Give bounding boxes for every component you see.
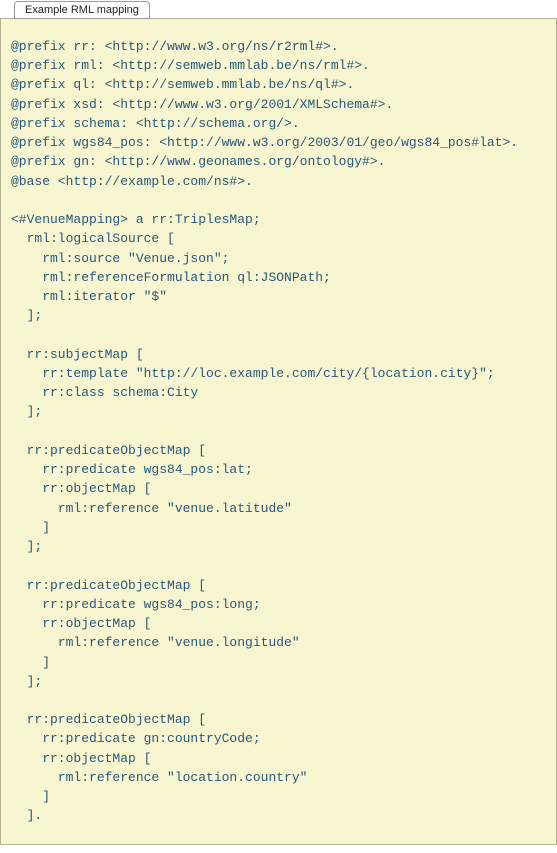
code-tab[interactable]: Example RML mapping bbox=[14, 1, 150, 19]
code-block: @prefix rr: <http://www.w3.org/ns/r2rml#… bbox=[0, 18, 557, 845]
code-tab-label: Example RML mapping bbox=[25, 4, 139, 16]
